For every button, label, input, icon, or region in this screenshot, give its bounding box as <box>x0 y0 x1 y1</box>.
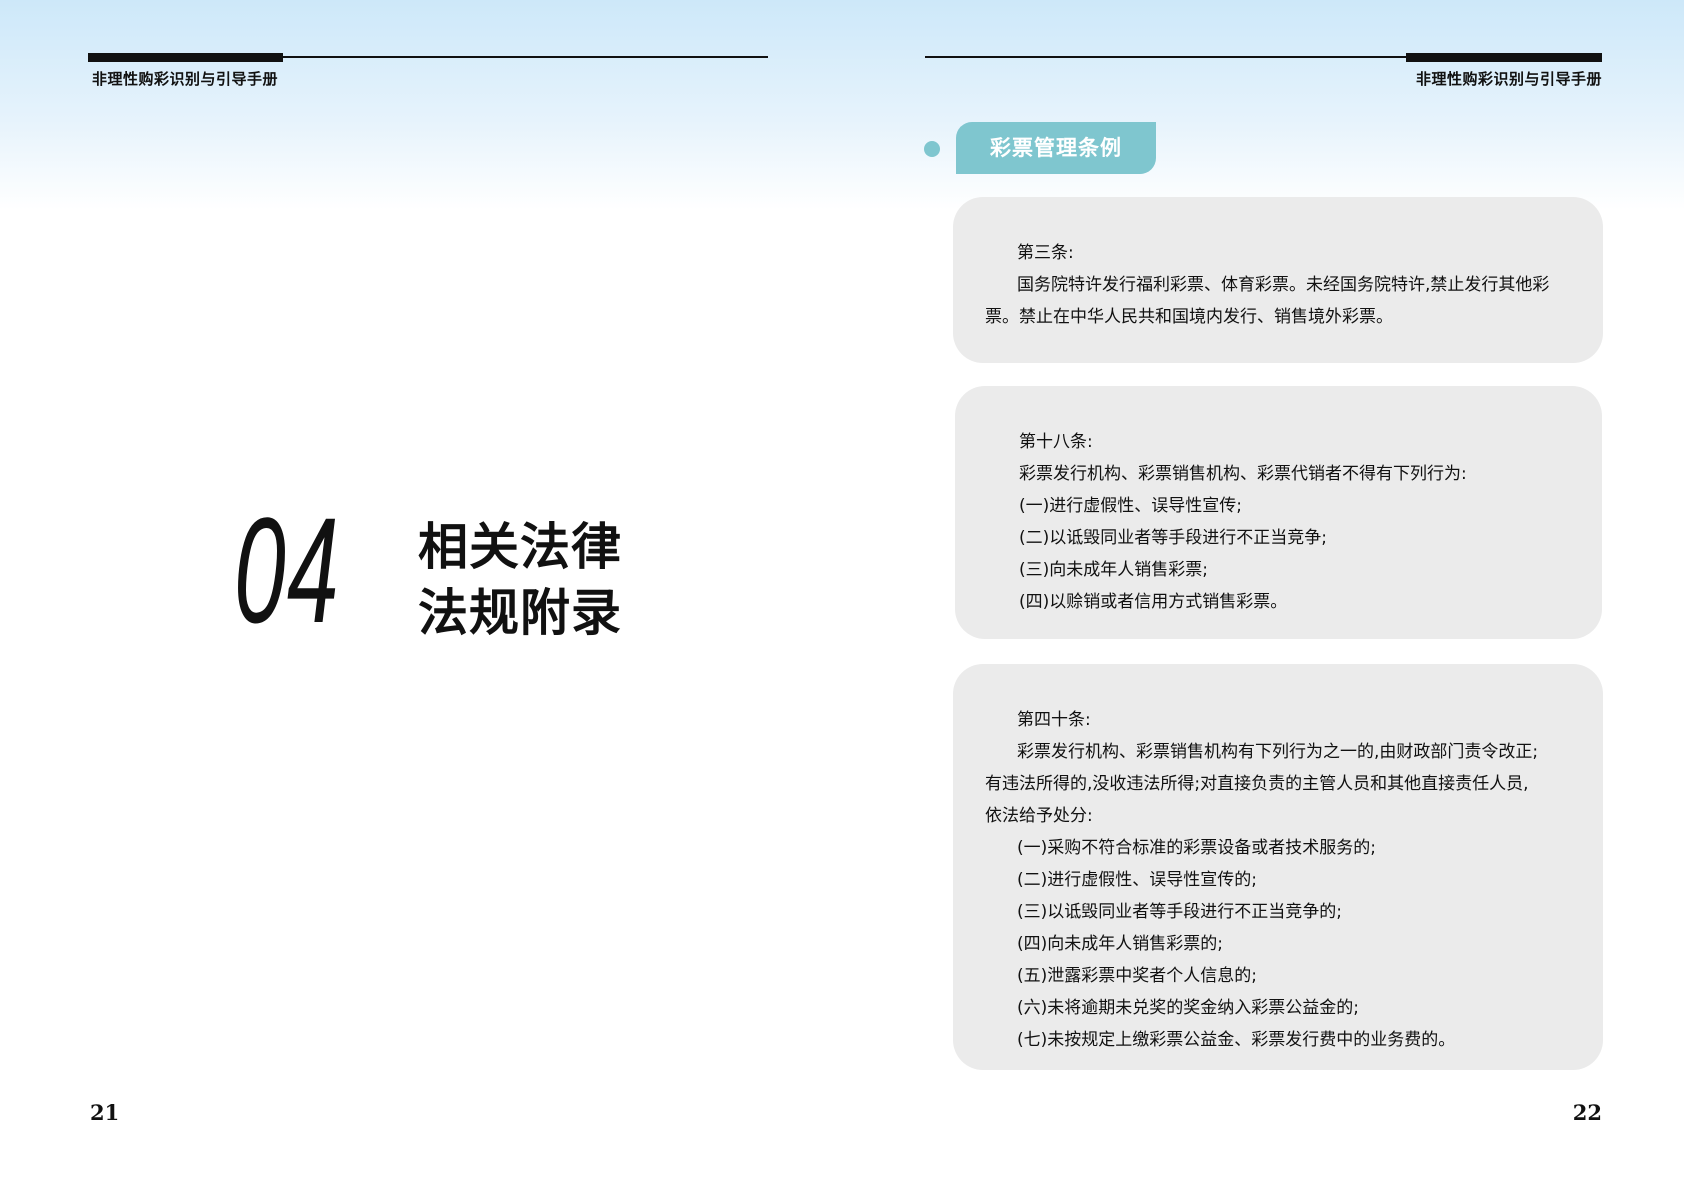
article-line: (三)向未成年人销售彩票; <box>1019 560 1208 580</box>
chapter-title-line: 相关法律 <box>418 518 622 576</box>
article-box: 第四十条: 彩票发行机构、彩票销售机构有下列行为之一的,由财政部门责令改正; 有… <box>953 664 1603 1070</box>
article-box: 第三条: 国务院特许发行福利彩票、体育彩票。未经国务院特许,禁止发行其他彩 票。… <box>953 197 1603 363</box>
article-line: (五)泄露彩票中奖者个人信息的; <box>1017 966 1257 986</box>
article-line: 票。禁止在中华人民共和国境内发行、销售境外彩票。 <box>985 307 1393 327</box>
article-line: (六)未将逾期未兑奖的奖金纳入彩票公益金的; <box>1017 998 1359 1018</box>
article-line: (二)进行虚假性、误导性宣传的; <box>1017 870 1257 890</box>
article-line: (七)未按规定上缴彩票公益金、彩票发行费中的业务费的。 <box>1017 1030 1456 1050</box>
article-line: 彩票发行机构、彩票销售机构有下列行为之一的,由财政部门责令改正; <box>1017 742 1539 762</box>
article-line: (三)以诋毁同业者等手段进行不正当竞争的; <box>1017 902 1342 922</box>
article-line: 依法给予处分: <box>985 806 1093 826</box>
section-tag-dot <box>924 141 940 157</box>
article-line: 有违法所得的,没收违法所得;对直接负责的主管人员和其他直接责任人员, <box>985 774 1529 794</box>
header-rule <box>925 56 1410 58</box>
article-line: 彩票发行机构、彩票销售机构、彩票代销者不得有下列行为: <box>1019 464 1467 484</box>
article-line: (一)进行虚假性、误导性宣传; <box>1019 496 1242 516</box>
article-line: (一)采购不符合标准的彩票设备或者技术服务的; <box>1017 838 1376 858</box>
header-rule-thick <box>88 53 283 62</box>
chapter-title: 相关法律 法规附录 <box>418 514 622 646</box>
section-tag: 彩票管理条例 <box>956 122 1156 174</box>
article-box: 第十八条: 彩票发行机构、彩票销售机构、彩票代销者不得有下列行为: (一)进行虚… <box>955 386 1602 639</box>
header-rule <box>283 56 768 58</box>
article-line: (二)以诋毁同业者等手段进行不正当竞争; <box>1019 528 1327 548</box>
article-line: (四)以赊销或者信用方式销售彩票。 <box>1019 592 1288 612</box>
running-title: 非理性购彩识别与引导手册 <box>92 70 279 88</box>
article-line: (四)向未成年人销售彩票的; <box>1017 934 1223 954</box>
article-heading: 第十八条: <box>1019 432 1093 452</box>
running-title: 非理性购彩识别与引导手册 <box>1415 70 1602 88</box>
right-page: 非理性购彩识别与引导手册 彩票管理条例 第三条: 国务院特许发行福利彩票、体育彩… <box>842 0 1684 1191</box>
left-page: 非理性购彩识别与引导手册 04 相关法律 法规附录 21 <box>0 0 842 1191</box>
page-number: 22 <box>1572 1100 1602 1125</box>
article-line: 国务院特许发行福利彩票、体育彩票。未经国务院特许,禁止发行其他彩 <box>1017 275 1550 295</box>
article-heading: 第三条: <box>1017 243 1074 263</box>
article-heading: 第四十条: <box>1017 710 1091 730</box>
chapter-title-line: 法规附录 <box>418 584 622 642</box>
header-rule-thick <box>1406 53 1602 62</box>
page-number: 21 <box>90 1100 120 1125</box>
chapter-number: 04 <box>234 486 340 654</box>
